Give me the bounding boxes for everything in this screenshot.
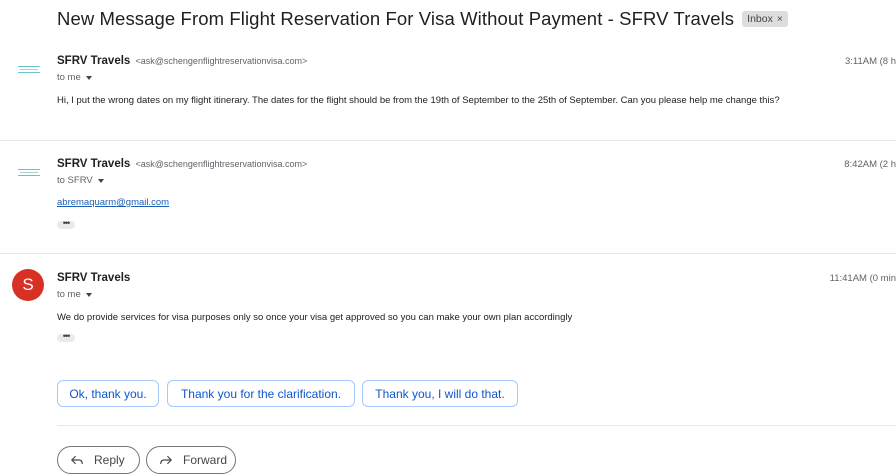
- avatar: S: [12, 269, 44, 301]
- actions-divider: [57, 425, 896, 426]
- smart-reply-button[interactable]: Thank you, I will do that.: [362, 380, 518, 407]
- sender-line: SFRV Travels: [57, 272, 130, 284]
- chevron-down-icon[interactable]: [85, 292, 92, 297]
- smart-reply-button[interactable]: Ok, thank you.: [57, 380, 159, 407]
- email-subject: New Message From Flight Reservation For …: [57, 8, 735, 29]
- forward-button[interactable]: Forward: [146, 446, 236, 474]
- message-divider: [0, 253, 896, 254]
- inbox-label-chip[interactable]: Inbox ×: [742, 11, 788, 27]
- show-trimmed-content-button[interactable]: •••: [57, 219, 75, 229]
- sender-line: SFRV Travels <ask@schengenflightreservat…: [57, 55, 307, 67]
- message-time: 11:41AM (0 min: [829, 273, 896, 284]
- message-divider: [0, 140, 896, 141]
- smart-reply-button[interactable]: Thank you for the clarification.: [167, 380, 355, 407]
- chevron-down-icon[interactable]: [85, 75, 92, 80]
- message-time: 3:11AM (8 h: [844, 56, 896, 67]
- sender-logo-icon: [18, 66, 40, 74]
- sender-name: SFRV Travels: [57, 158, 131, 170]
- recipient-line[interactable]: to me: [57, 289, 92, 300]
- forward-label: Forward: [183, 453, 228, 467]
- sender-logo-icon: [18, 169, 40, 177]
- recipient-line[interactable]: to me: [57, 72, 92, 83]
- sender-name: SFRV Travels: [57, 55, 131, 67]
- forward-arrow-icon: [160, 455, 172, 465]
- message-body: We do provide services for visa purposes…: [57, 312, 573, 323]
- sender-line: SFRV Travels <ask@schengenflightreservat…: [57, 158, 307, 170]
- recipient-text: to SFRV: [57, 175, 93, 186]
- reply-button[interactable]: Reply: [57, 446, 140, 474]
- chevron-down-icon[interactable]: [97, 178, 104, 183]
- inbox-label-text: Inbox: [747, 13, 773, 25]
- recipient-text: to me: [57, 72, 81, 83]
- message-time: 8:42AM (2 h: [844, 159, 896, 170]
- reply-arrow-icon: [71, 455, 83, 465]
- email-link[interactable]: abremaquarm@gmail.com: [57, 197, 169, 208]
- recipient-line[interactable]: to SFRV: [57, 175, 104, 186]
- sender-email: <ask@schengenflightreservationvisa.com>: [135, 56, 308, 66]
- recipient-text: to me: [57, 289, 81, 300]
- sender-name: SFRV Travels: [57, 272, 131, 284]
- message-body: Hi, I put the wrong dates on my flight i…: [57, 95, 780, 106]
- subject-row: New Message From Flight Reservation For …: [57, 8, 788, 30]
- reply-label: Reply: [94, 453, 125, 467]
- sender-email: <ask@schengenflightreservationvisa.com>: [135, 159, 308, 169]
- remove-label-icon[interactable]: ×: [777, 14, 783, 25]
- show-trimmed-content-button[interactable]: •••: [57, 332, 75, 342]
